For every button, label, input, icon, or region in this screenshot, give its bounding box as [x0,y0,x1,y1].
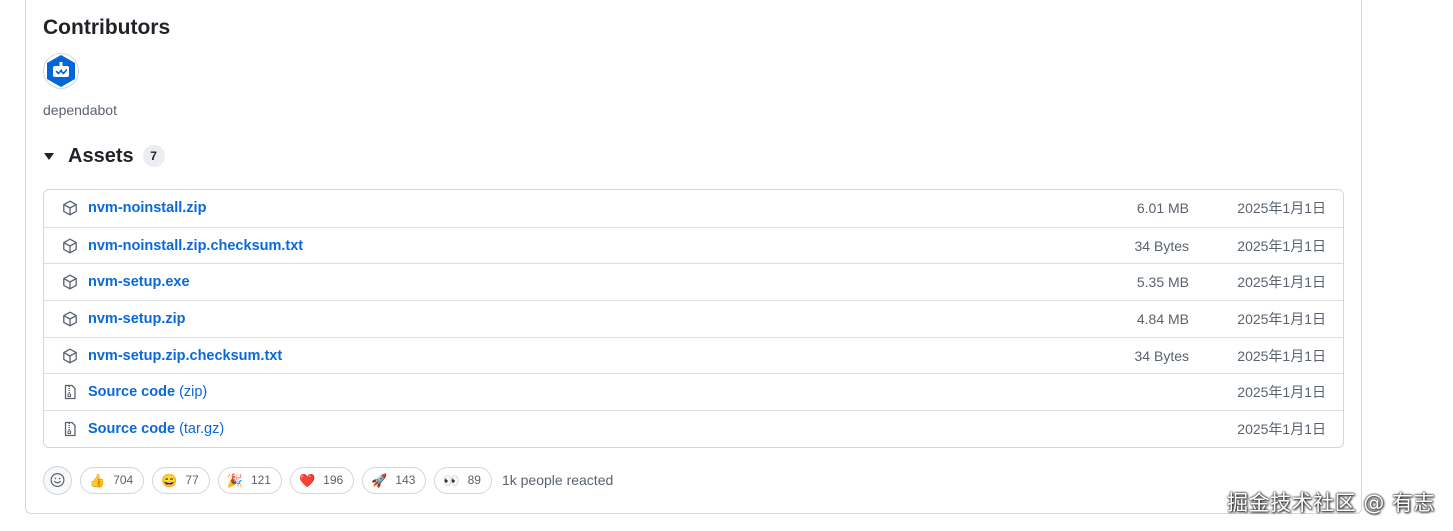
hooray-icon: 🎉 [226,472,243,488]
asset-link[interactable]: nvm-setup.exe [88,274,190,290]
asset-size: 34 Bytes [1134,347,1189,364]
heart-icon: ❤️ [298,472,316,488]
asset-size: 34 Bytes [1134,237,1189,254]
asset-link[interactable]: nvm-setup.zip.checksum.txt [88,348,282,364]
asset-row: nvm-noinstall.zip.checksum.txt 34 Bytes … [44,226,1343,264]
asset-row: Source code (zip) 2025年1月1日 [44,373,1343,410]
reaction-heart-button[interactable]: ❤️ 196 [289,466,355,494]
reactions-summary: 1k people reacted [501,472,614,488]
reaction-thumbs-up-button[interactable]: 👍 704 [80,466,145,494]
reaction-count: 121 [250,473,271,487]
assets-title: Assets [68,144,134,167]
contributors-title: Contributors [43,16,171,39]
asset-size: 4.84 MB [1136,310,1189,327]
reaction-count: 143 [395,473,416,487]
eyes-icon: 👀 [443,472,460,488]
package-icon [63,348,77,364]
package-icon [63,200,77,216]
package-icon [63,274,77,290]
asset-size: 5.35 MB [1136,274,1189,291]
smiley-icon [50,473,65,487]
caret-down-icon [44,153,54,160]
reaction-hooray-button[interactable]: 🎉 121 [217,466,282,494]
asset-date: 2025年1月1日 [1237,310,1326,327]
asset-row: nvm-setup.exe 5.35 MB 2025年1月1日 [44,263,1343,300]
asset-date: 2025年1月1日 [1237,420,1326,437]
contributor-avatar[interactable] [43,53,79,89]
asset-row: nvm-setup.zip.checksum.txt 34 Bytes 2025… [44,336,1343,374]
asset-date: 2025年1月1日 [1237,347,1326,364]
asset-row: nvm-noinstall.zip 6.01 MB 2025年1月1日 [44,190,1343,227]
source-code-zip-link[interactable]: Source code (zip) [88,384,207,400]
contributor-name[interactable]: dependabot [43,102,117,118]
asset-link[interactable]: nvm-setup.zip [88,311,185,327]
laugh-icon: 😄 [161,472,178,488]
reactions-bar: 👍 704 😄 77 🎉 121 ❤️ 196 🚀 143 👀 89 1k pe… [43,465,614,495]
file-zip-icon [64,421,76,437]
thumbs-up-icon: 👍 [89,472,106,488]
package-icon [63,311,77,327]
asset-link[interactable]: nvm-noinstall.zip [88,200,206,216]
reaction-count: 196 [323,473,344,487]
reaction-laugh-button[interactable]: 😄 77 [152,466,210,494]
reaction-count: 89 [467,473,481,487]
asset-date: 2025年1月1日 [1237,274,1326,291]
reaction-count: 704 [113,473,134,487]
reaction-eyes-button[interactable]: 👀 89 [434,466,492,494]
source-code-targz-link[interactable]: Source code (tar.gz) [88,421,224,437]
assets-count-badge: 7 [142,145,165,167]
add-reaction-button[interactable] [43,465,72,495]
asset-size: 6.01 MB [1136,200,1189,217]
asset-row: Source code (tar.gz) 2025年1月1日 [44,410,1343,447]
reaction-rocket-button[interactable]: 🚀 143 [362,466,427,494]
asset-date: 2025年1月1日 [1237,384,1326,401]
file-zip-icon [64,385,76,400]
watermark: 掘金技术社区 @ 有志 [1227,491,1435,515]
package-icon [63,238,77,253]
asset-row: nvm-setup.zip 4.84 MB 2025年1月1日 [44,300,1343,337]
asset-date: 2025年1月1日 [1237,237,1326,254]
assets-list: nvm-noinstall.zip 6.01 MB 2025年1月1日 nvm-… [43,189,1344,448]
assets-header[interactable]: Assets 7 [43,143,165,169]
asset-link[interactable]: nvm-noinstall.zip.checksum.txt [88,238,303,254]
reaction-count: 77 [185,473,199,487]
rocket-icon: 🚀 [371,472,388,488]
asset-date: 2025年1月1日 [1237,200,1326,217]
dependabot-icon [47,55,75,87]
